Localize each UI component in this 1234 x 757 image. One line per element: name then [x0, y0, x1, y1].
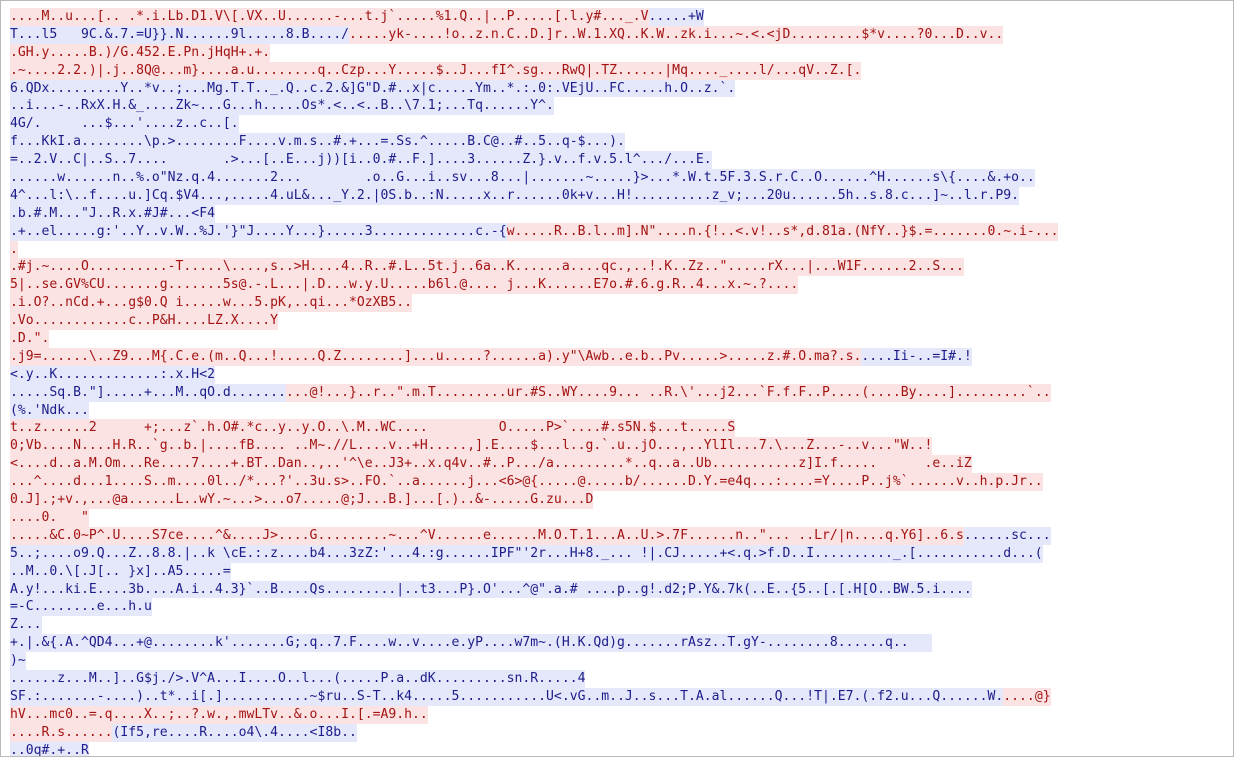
diff-line: .....&C.0~P^.U....S7ce....^&....J>....G.… [10, 526, 1230, 545]
inserted-segment: .+..el.....g:'..Y..v.W..%J.'}"J....Y...}… [10, 222, 507, 241]
inserted-segment: ......w......n..%.o"Nz.q.4.......2... .o… [10, 169, 1035, 187]
deleted-segment: 0;Vb....N....H.R..`g..b.|....fB.... ..M~… [10, 437, 933, 456]
diff-line: .j9=......\..Z9...M{.C.e.(m..Q...!.....Q… [10, 347, 1230, 366]
deleted-segment: ....R.s...... [10, 723, 113, 742]
diff-lines: ....M..u...[.. .*.i.Lb.D1.V\[.VX..U.....… [10, 8, 1230, 756]
inserted-segment: .....Sq.B."].....+...M..qO.d....... [10, 383, 286, 402]
inserted-segment: ....Ii-..=I#.! [861, 347, 972, 366]
inserted-segment: 4^...l:\..f....u.]Cq.$V4...,.....4.uL&..… [10, 186, 1020, 205]
diff-line: .b.#.M..."J..R.x.#J#...<F4 [10, 204, 1230, 223]
diff-line: <....d..a.M.Om...Re....7....+.BT..Dan..,… [10, 455, 1230, 474]
diff-line: 6.QDx.........Y..*v..;...Mg.T.T.._.Q..c.… [10, 79, 1230, 98]
diff-line: .D.". [10, 330, 1230, 348]
deleted-segment: ...@!...}..r..".m.T.........ur.#S..WY...… [285, 383, 1051, 402]
diff-line: ..0q#.+..R [10, 741, 1230, 756]
deleted-segment: .j9=......\..Z9...M{.C.e.(m..Q...!.....Q… [10, 347, 862, 366]
diff-line: )~ [10, 652, 1230, 670]
diff-line: T...l5 9C.&.7.=U}}.N......9l.....8.B....… [10, 25, 1230, 44]
deleted-segment: .#j.~....O..........-T.....\....,s..>H..… [10, 258, 523, 277]
diff-line: ....0. " [10, 508, 1230, 527]
diff-line: 5|..se.GV%CU.......g.......5s@.-.L...|.D… [10, 276, 1230, 295]
deleted-segment: 5|..se.GV%CU.......g.......5s@.-.L...|.D… [10, 276, 799, 295]
deleted-segment: .....a....qc.,..!.K..Zz..".....rX...|...… [522, 258, 964, 277]
diff-line: ...^....d...1....S..m....0l../*...?'..3u… [10, 473, 1230, 492]
inserted-segment: A.y!...ki.E....3b....A.i..4.3}`..B....Qs… [10, 580, 972, 599]
inserted-segment: ..i...-..RxX.H.&_....Zk~...G...h.....Os*… [10, 97, 554, 116]
diff-line: Z... [10, 616, 1230, 635]
diff-line: .....Sq.B."].....+...M..qO.d..........@!… [10, 383, 1230, 402]
inserted-segment: 5..;....o9.Q...Z..8.8.|..k \cE.:.z....b4… [10, 544, 1043, 563]
diff-line: 0;Vb....N....H.R..`g..b.|....fB.... ..M~… [10, 437, 1230, 456]
diff-line: 4G/. ...$...'....z..c..[. [10, 115, 1230, 134]
inserted-segment: .....+W [648, 8, 704, 26]
diff-line: ....M..u...[.. .*.i.Lb.D1.V\[.VX..U.....… [10, 8, 1230, 26]
diff-line: .Vo............c..P&H....LZ.X....Y [10, 312, 1230, 331]
deleted-segment: ....@} [1003, 687, 1051, 706]
deleted-segment: .GH.y.....B.)/G.452.E.Pn.jHqH+.+. [10, 43, 271, 62]
diff-line: 0.J].;+v.,...@a......L..wY.~...>...o7...… [10, 491, 1230, 509]
inserted-segment: ......z...M..]..G$j./>.V^A...I....O..l..… [10, 669, 586, 688]
inserted-segment: f...KkI.a........\p.>........F....v.m.s.… [10, 133, 625, 152]
diff-line: +.|.&{.A.^QD4...+@........k'.......G;.q.… [10, 634, 1230, 653]
inserted-segment: )~ [10, 652, 26, 670]
inserted-segment: (If5,re....R....o4\.4....<I8b.. [112, 723, 357, 742]
inserted-segment: <.y..K.............:.x.H<2 [10, 365, 215, 384]
deleted-segment: .Vo............c..P&H....LZ.X....Y [10, 312, 279, 331]
diff-line: ..M..0.\[.J[.. }x]..A5.....= [10, 562, 1230, 581]
diff-line: .GH.y.....B.)/G.452.E.Pn.jHqH+.+. [10, 43, 1230, 62]
deleted-segment: ....M..u...[.. .*.i.Lb.D1.V\[.VX..U.....… [10, 8, 649, 26]
deleted-segment: .D.". [10, 330, 50, 348]
inserted-segment: =-C........e...h.u [10, 598, 152, 617]
diff-line: <.y..K.............:.x.H<2 [10, 365, 1230, 384]
inserted-segment: (%.'Ndk... [10, 401, 89, 420]
diff-line: .#j.~....O..........-T.....\....,s..>H..… [10, 258, 1230, 277]
diff-line: ......z...M..]..G$j./>.V^A...I....O..l..… [10, 669, 1230, 688]
deleted-segment: .....yk-....!o..z.n.C..D.]r..W.1.XQ..K.W… [348, 25, 1004, 44]
diff-line: =..2.V..C|..S..7.... .>...[..E...j))[i..… [10, 151, 1230, 170]
deleted-segment: 0.J].;+v.,...@a......L..wY.~...>...o7...… [10, 491, 594, 509]
deleted-segment: .i.O?..nCd.+...g$0.Q i.....w...5.pK,..qi… [10, 294, 413, 313]
diff-line: 4^...l:\..f....u.]Cq.$V4...,.....4.uL&..… [10, 186, 1230, 205]
diff-line: 5..;....o9.Q...Z..8.8.|..k \cE.:.z....b4… [10, 544, 1230, 563]
inserted-segment: SF.:.......-....)..t*..i[.]...........~$… [10, 687, 1004, 706]
diff-line: SF.:.......-....)..t*..i[.]...........~$… [10, 687, 1230, 706]
inserted-segment: =..2.V..C|..S..7.... .>...[..E...j))[i..… [10, 151, 712, 170]
deleted-segment: . [10, 240, 18, 259]
deleted-segment: hV...mc0..=.q....X..;..?.w.,.mwLTv..&.o.… [10, 705, 428, 724]
inserted-segment: ......sc... [963, 526, 1051, 545]
inserted-segment: T...l5 9C.&.7.=U}}.N......9l.....8.B....… [10, 25, 349, 44]
diff-line: (%.'Ndk... [10, 401, 1230, 420]
diff-line: ....R.s......(If5,re....R....o4\.4....<I… [10, 723, 1230, 742]
deleted-segment: <....d..a.M.Om...Re....7....+.BT..Dan..,… [10, 455, 972, 474]
inserted-segment: Z... [10, 616, 42, 635]
diff-line: .~....2.2.)|.j..8Q@...m}....a.u........q… [10, 61, 1230, 80]
diff-line: .i.O?..nCd.+...g$0.Q i.....w...5.pK,..qi… [10, 294, 1230, 313]
diff-line: ......w......n..%.o"Nz.q.4.......2... .o… [10, 169, 1230, 187]
diff-line: .+..el.....g:'..Y..v.W..%J.'}"J....Y...}… [10, 222, 1230, 241]
deleted-segment: ....0. " [10, 508, 89, 527]
diff-line: =-C........e...h.u [10, 598, 1230, 617]
diff-line: t..z......2 +;...z`.h.O#.*c..y..y.O..\.M… [10, 419, 1230, 438]
inserted-segment: ..M..0.\[.J[.. }x]..A5.....= [10, 562, 231, 581]
hex-diff-viewer[interactable]: ....M..u...[.. .*.i.Lb.D1.V\[.VX..U.....… [0, 0, 1234, 757]
inserted-segment: 6.QDx.........Y..*v..;...Mg.T.T.._.Q..c.… [10, 79, 736, 98]
inserted-segment: ..0q#.+..R [10, 741, 89, 756]
diff-line: ..i...-..RxX.H.&_....Zk~...G...h.....Os*… [10, 97, 1230, 116]
diff-line: f...KkI.a........\p.>........F....v.m.s.… [10, 133, 1230, 152]
inserted-segment: 4G/. ...$...'....z..c..[. [10, 115, 239, 134]
diff-line: . [10, 240, 1230, 259]
diff-line: A.y!...ki.E....3b....A.i..4.3}`..B....Qs… [10, 580, 1230, 599]
inserted-segment: .b.#.M..."J..R.x.#J#...<F4 [10, 204, 215, 223]
deleted-segment: w.....R..B.l..m].N"....n.{!..<.v!..s*,d.… [506, 222, 1059, 241]
deleted-segment: t..z......2 +;...z`.h.O#.*c..y..y.O..\.M… [10, 419, 736, 438]
diff-line: hV...mc0..=.q....X..;..?.w.,.mwLTv..&.o.… [10, 705, 1230, 724]
deleted-segment: .....&C.0~P^.U....S7ce....^&....J>....G.… [10, 526, 964, 545]
deleted-segment: .~....2.2.)|.j..8Q@...m}....a.u........q… [10, 61, 862, 80]
inserted-segment: +.|.&{.A.^QD4...+@........k'.......G;.q.… [10, 634, 933, 653]
deleted-segment: ...^....d...1....S..m....0l../*...?'..3u… [10, 473, 1043, 492]
